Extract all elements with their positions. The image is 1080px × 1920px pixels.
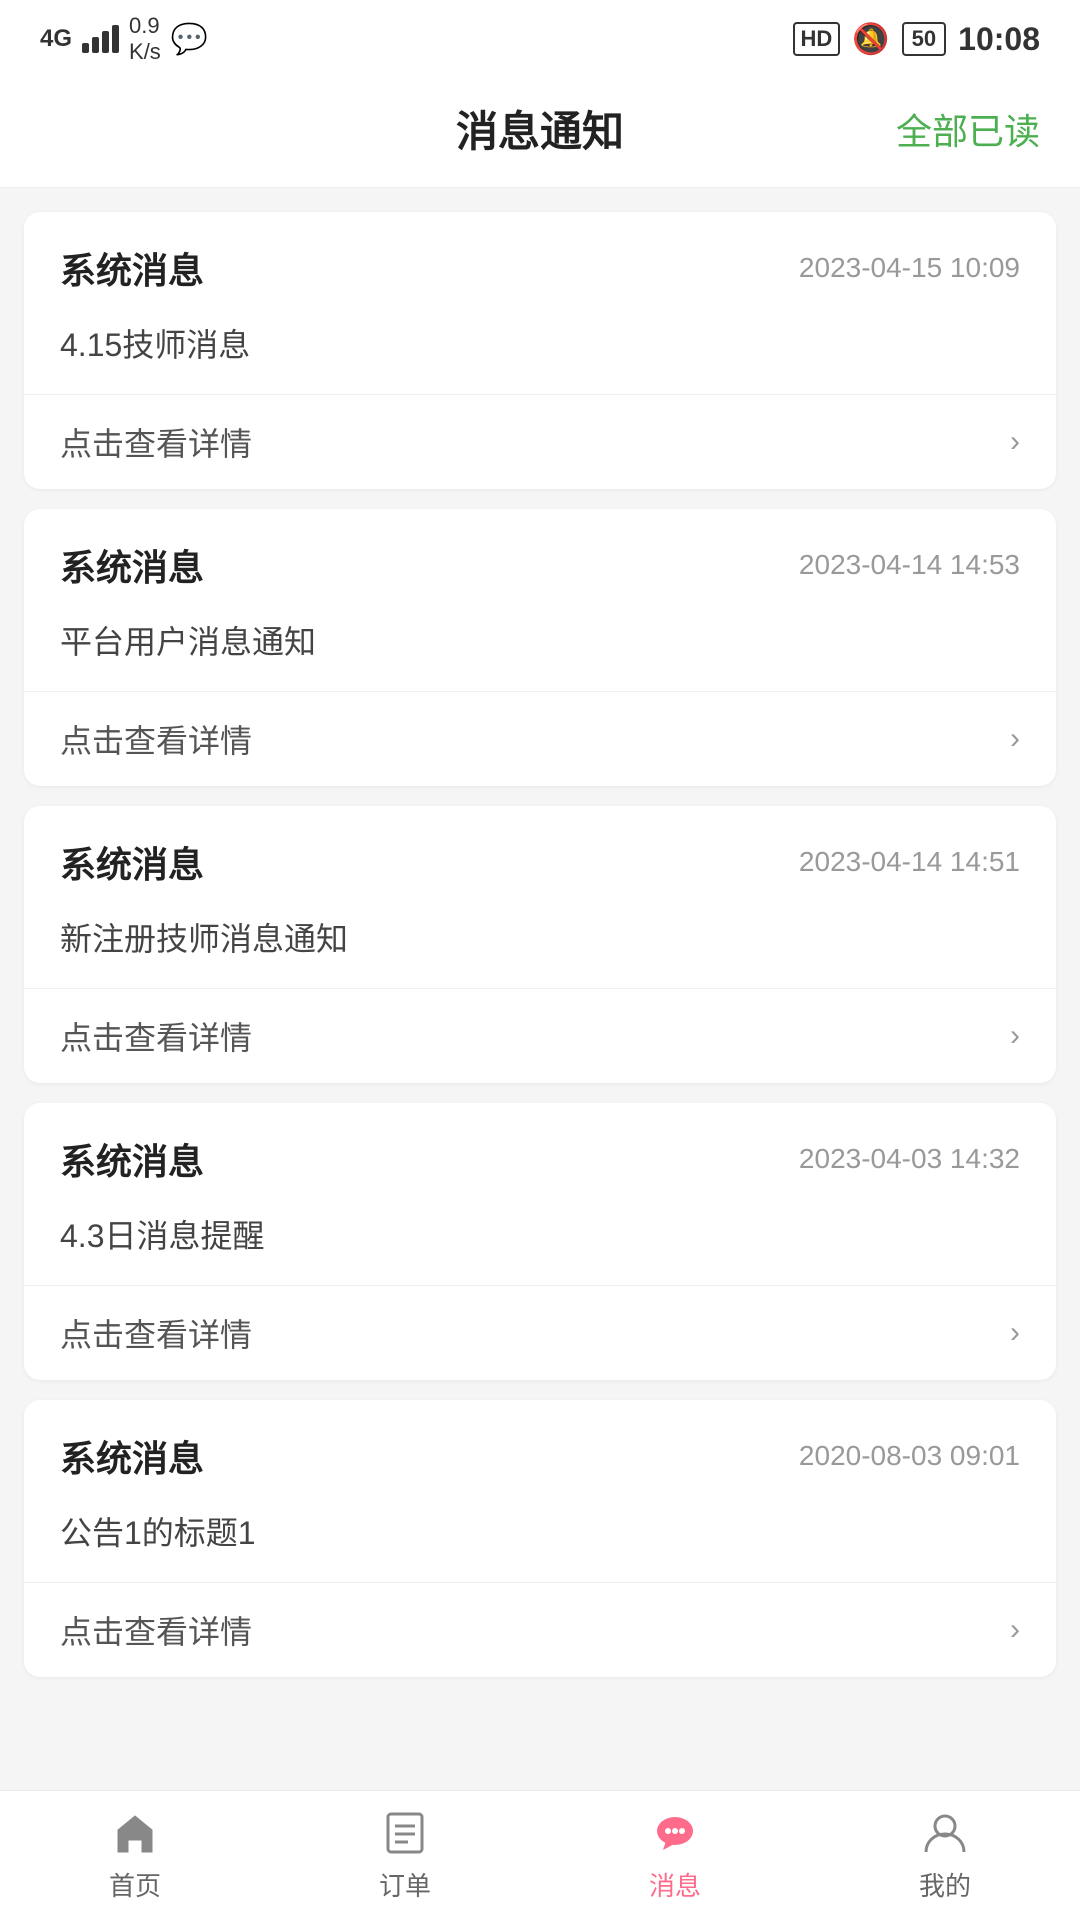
chevron-right-icon: › [1010, 425, 1020, 459]
card-title-5: 系统消息 [60, 1430, 204, 1482]
card-time-2: 2023-04-14 14:53 [799, 549, 1020, 581]
card-header-4: 系统消息 2023-04-03 14:32 [24, 1103, 1056, 1203]
notification-card-2: 系统消息 2023-04-14 14:53 平台用户消息通知 点击查看详情 › [24, 509, 1056, 786]
card-body-1: 4.15技师消息 [24, 312, 1056, 395]
notification-card-3: 系统消息 2023-04-14 14:51 新注册技师消息通知 点击查看详情 › [24, 806, 1056, 1083]
card-action-label-4: 点击查看详情 [60, 1310, 252, 1356]
card-action-2[interactable]: 点击查看详情 › [24, 692, 1056, 786]
card-body-3: 新注册技师消息通知 [24, 906, 1056, 989]
card-body-2: 平台用户消息通知 [24, 609, 1056, 692]
card-time-4: 2023-04-03 14:32 [799, 1143, 1020, 1175]
clock-time: 10:08 [958, 21, 1040, 58]
tab-message[interactable]: 消息 [540, 1808, 810, 1903]
notification-card-1: 系统消息 2023-04-15 10:09 4.15技师消息 点击查看详情 › [24, 212, 1056, 489]
chevron-right-icon: › [1010, 1613, 1020, 1647]
status-bar: 4G 0.9K/s 💬 HD 🔕 50 10:08 [0, 0, 1080, 70]
notification-card-4: 系统消息 2023-04-03 14:32 4.3日消息提醒 点击查看详情 › [24, 1103, 1056, 1380]
card-action-5[interactable]: 点击查看详情 › [24, 1583, 1056, 1677]
network-type: 4G [40, 25, 72, 53]
card-title-4: 系统消息 [60, 1133, 204, 1185]
mark-all-read-button[interactable]: 全部已读 [896, 103, 1040, 155]
tab-mine[interactable]: 我的 [810, 1808, 1080, 1903]
chevron-right-icon: › [1010, 1316, 1020, 1350]
card-title-3: 系统消息 [60, 836, 204, 888]
network-speed: 0.9K/s [129, 13, 161, 66]
tab-order-label: 订单 [379, 1866, 431, 1903]
card-header-2: 系统消息 2023-04-14 14:53 [24, 509, 1056, 609]
hd-badge: HD [793, 22, 841, 56]
home-icon [110, 1808, 160, 1858]
chevron-right-icon: › [1010, 722, 1020, 756]
battery-icon: 50 [902, 22, 946, 56]
card-body-4: 4.3日消息提醒 [24, 1203, 1056, 1286]
tab-home-label: 首页 [109, 1866, 161, 1903]
tab-bar: 首页 订单 消息 [0, 1790, 1080, 1920]
tab-home[interactable]: 首页 [0, 1808, 270, 1903]
card-action-label-5: 点击查看详情 [60, 1607, 252, 1653]
card-time-3: 2023-04-14 14:51 [799, 846, 1020, 878]
card-header-3: 系统消息 2023-04-14 14:51 [24, 806, 1056, 906]
message-icon [650, 1808, 700, 1858]
page-header: 消息通知 全部已读 [0, 70, 1080, 188]
status-left: 4G 0.9K/s 💬 [40, 13, 208, 66]
notification-list: 系统消息 2023-04-15 10:09 4.15技师消息 点击查看详情 › … [0, 188, 1080, 1817]
page-title: 消息通知 [456, 98, 624, 159]
card-action-3[interactable]: 点击查看详情 › [24, 989, 1056, 1083]
card-action-1[interactable]: 点击查看详情 › [24, 395, 1056, 489]
signal-bars [82, 25, 119, 53]
card-action-label-2: 点击查看详情 [60, 716, 252, 762]
card-action-label-3: 点击查看详情 [60, 1013, 252, 1059]
card-body-5: 公告1的标题1 [24, 1500, 1056, 1583]
mine-icon [920, 1808, 970, 1858]
card-action-4[interactable]: 点击查看详情 › [24, 1286, 1056, 1380]
card-title-1: 系统消息 [60, 242, 204, 294]
card-header-5: 系统消息 2020-08-03 09:01 [24, 1400, 1056, 1500]
order-icon [380, 1808, 430, 1858]
card-header-1: 系统消息 2023-04-15 10:09 [24, 212, 1056, 312]
card-time-1: 2023-04-15 10:09 [799, 252, 1020, 284]
card-time-5: 2020-08-03 09:01 [799, 1440, 1020, 1472]
tab-order[interactable]: 订单 [270, 1808, 540, 1903]
notification-card-5: 系统消息 2020-08-03 09:01 公告1的标题1 点击查看详情 › [24, 1400, 1056, 1677]
tab-mine-label: 我的 [919, 1866, 971, 1903]
card-title-2: 系统消息 [60, 539, 204, 591]
card-action-label-1: 点击查看详情 [60, 419, 252, 465]
tab-message-label: 消息 [649, 1866, 701, 1903]
status-right: HD 🔕 50 10:08 [793, 21, 1040, 58]
chevron-right-icon: › [1010, 1019, 1020, 1053]
notification-bell-icon: 🔕 [852, 22, 889, 57]
wechat-icon: 💬 [171, 22, 208, 57]
